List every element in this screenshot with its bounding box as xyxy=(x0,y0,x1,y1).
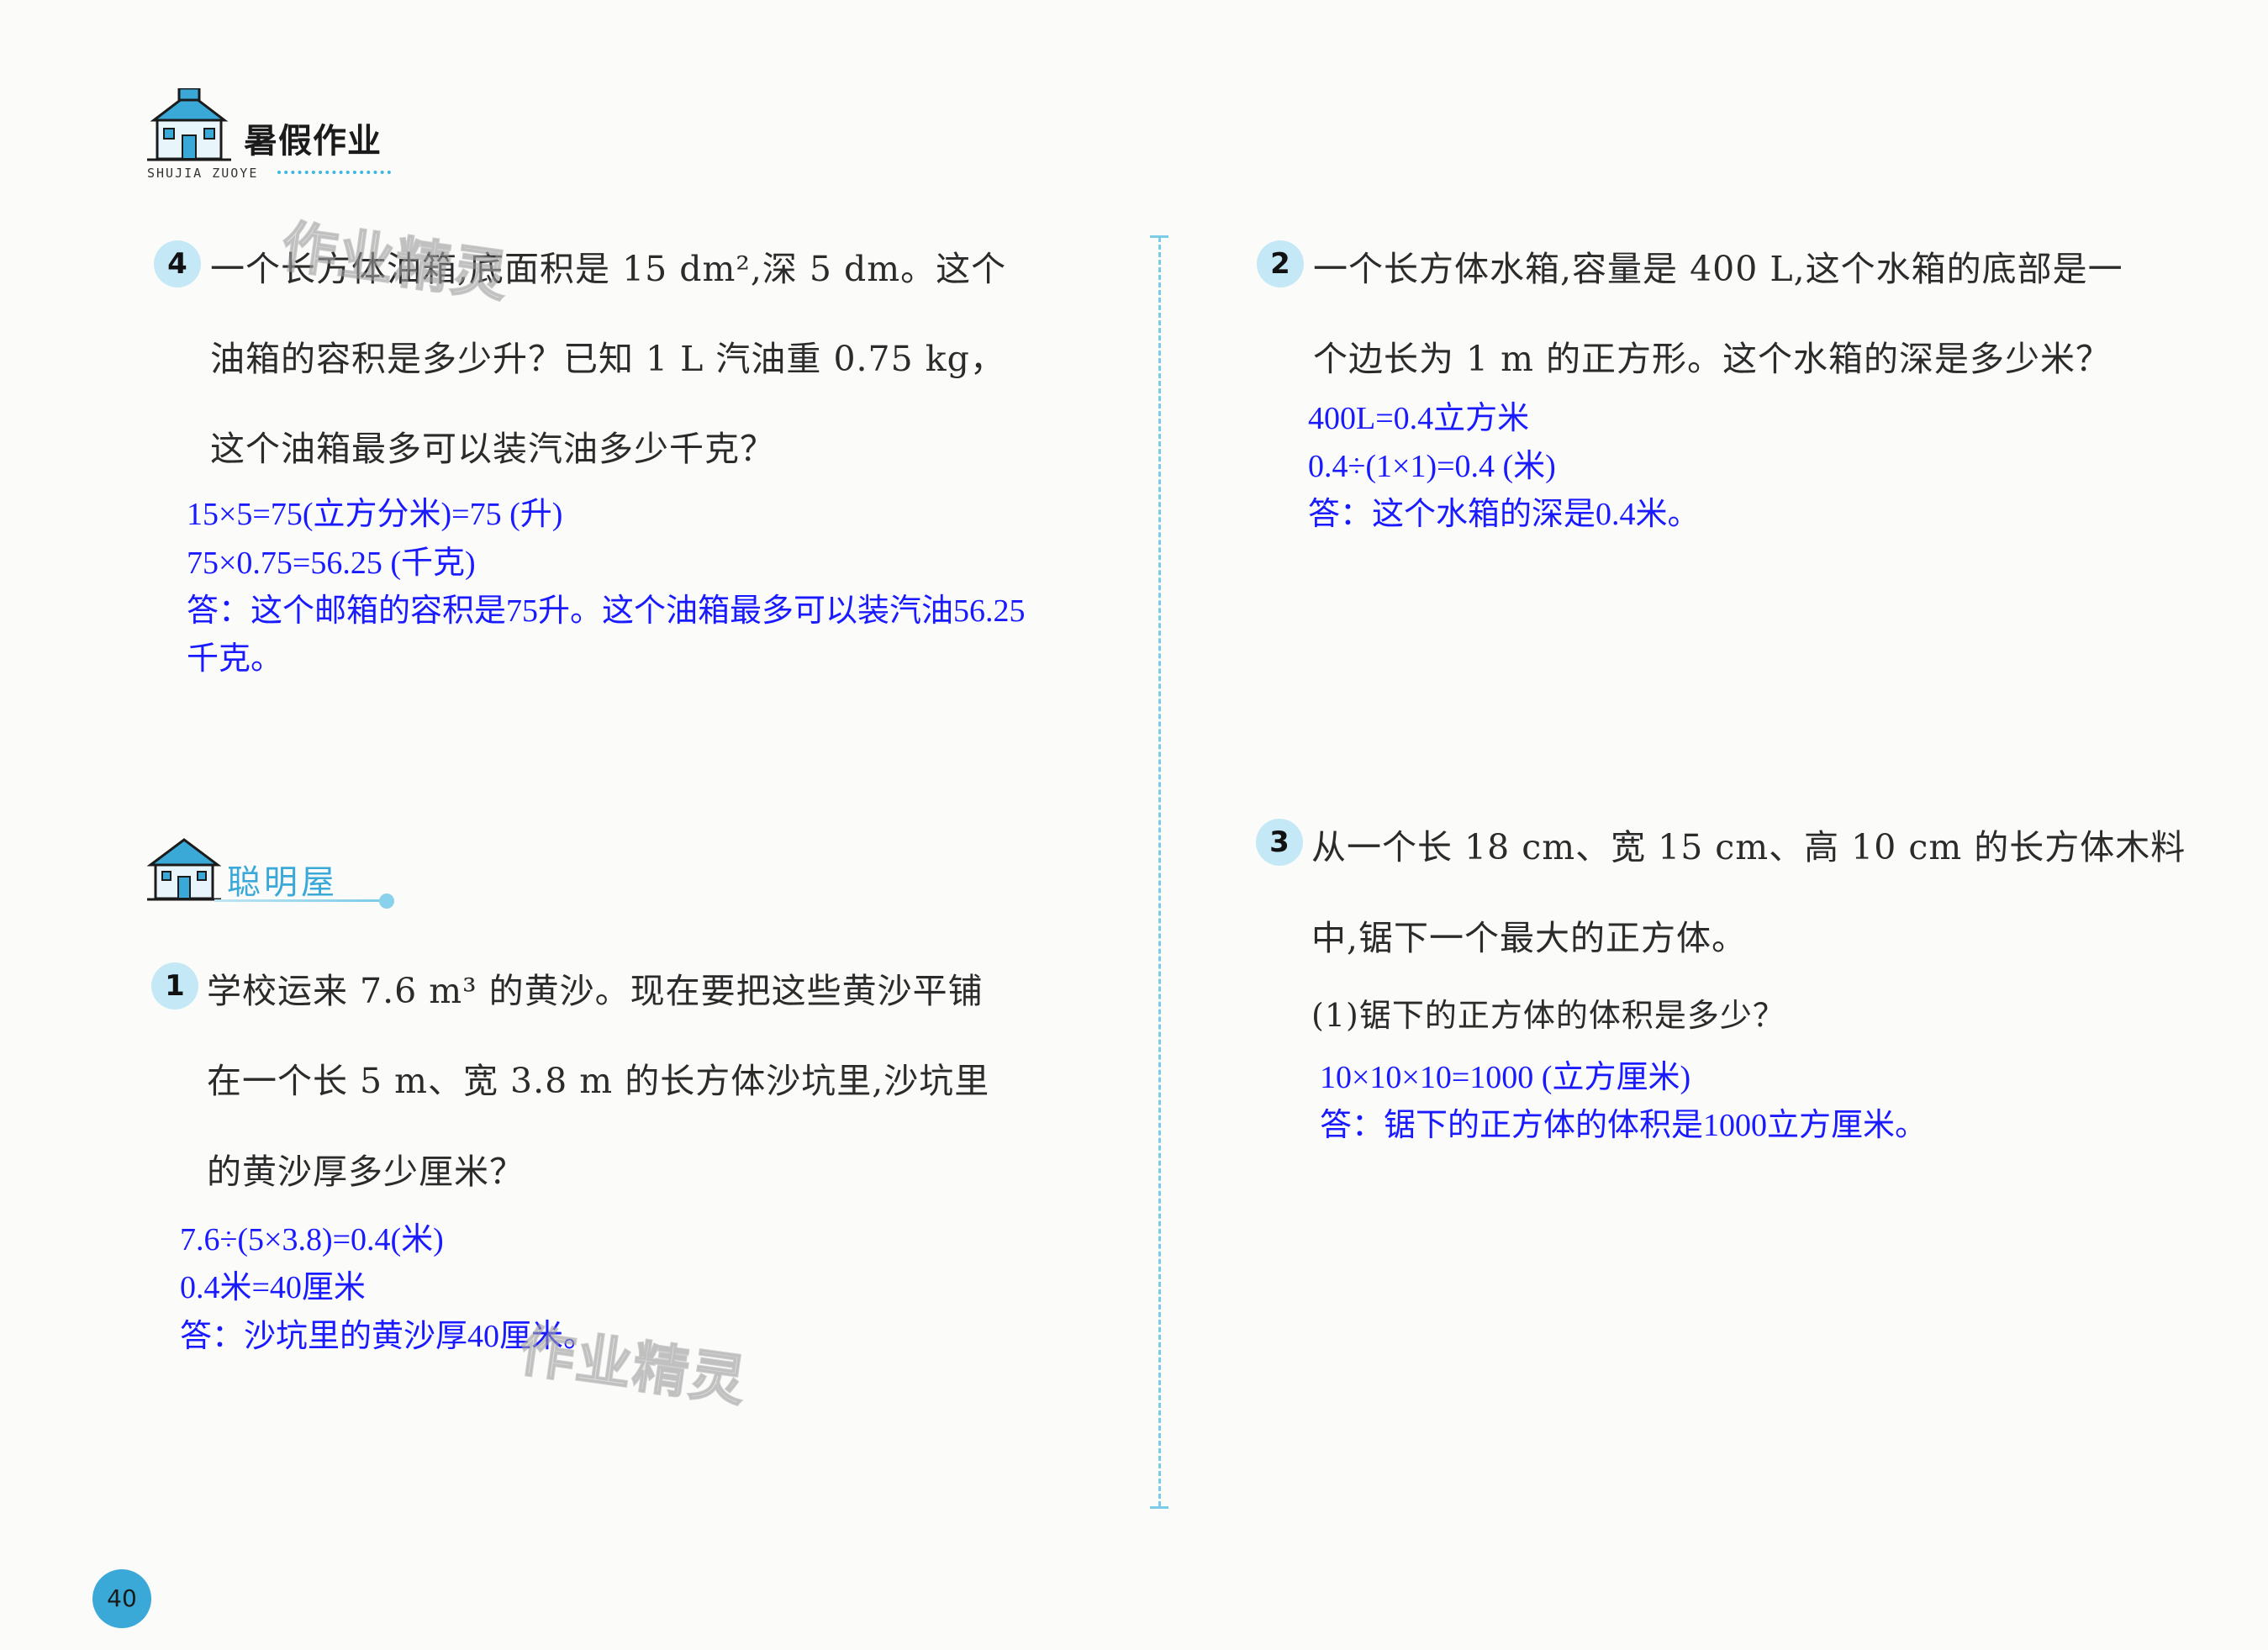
answer-line: 答：这个水箱的深是0.4米。 xyxy=(1308,497,1700,532)
watermark: 作业精灵 xyxy=(514,1317,752,1415)
problem-text-line: 个边长为 1 m 的正方形。这个水箱的深是多少米？ xyxy=(1313,339,2112,379)
problem-number-badge: 4 xyxy=(154,240,201,287)
header: 暑假作业 SHUJIA ZUOYE xyxy=(147,88,399,189)
answer-line: 答：这个邮箱的容积是75升。这个油箱最多可以装汽油56.25 xyxy=(187,593,1026,629)
section-heading: 聪明屋 xyxy=(147,836,394,912)
problem-text-line: 的黄沙厚多少厘米？ xyxy=(207,1152,525,1192)
problem-text-line: 油箱的容积是多少升？已知 1 L 汽油重 0.75 kg， xyxy=(210,339,1005,379)
answer-line: 10×10×10=1000 (立方厘米) xyxy=(1320,1060,1691,1095)
answer-line: 0.4÷(1×1)=0.4 (米) xyxy=(1308,449,1556,484)
problem-text-line: 这个油箱最多可以装汽油多少千克？ xyxy=(210,429,775,469)
workbook-title: 暑假作业 xyxy=(244,122,382,161)
answer-line: 75×0.75=56.25 (千克) xyxy=(187,546,476,581)
header-dotted-rule xyxy=(277,171,391,174)
section-title: 聪明屋 xyxy=(227,863,338,902)
watermark: 作业精灵 xyxy=(277,213,514,310)
problem-text-line: 在一个长 5 m、宽 3.8 m 的长方体沙坑里,沙坑里 xyxy=(207,1061,990,1101)
answer-line: 15×5=75(立方分米)=75 (升) xyxy=(187,497,563,532)
workbook-page: 暑假作业 SHUJIA ZUOYE 4 一个长方体油箱,底面积是 15 dm²,… xyxy=(0,0,2268,1650)
problem-text-line: 学校运来 7.6 m³ 的黄沙。现在要把这些黄沙平铺 xyxy=(207,971,984,1011)
answer-line: 400L=0.4立方米 xyxy=(1308,401,1530,436)
school-house-icon xyxy=(147,88,231,161)
problem-text-line: 中,锯下一个最大的正方体。 xyxy=(1311,918,1748,958)
problem-number-badge: 2 xyxy=(1257,240,1304,287)
section-underline-dot xyxy=(379,894,394,909)
problem-number-badge: 3 xyxy=(1256,819,1303,866)
building-icon xyxy=(147,838,221,901)
column-divider xyxy=(1158,237,1161,1506)
section-underline xyxy=(214,899,382,902)
problem-number-badge: 1 xyxy=(151,962,198,1010)
answer-line: 0.4米=40厘米 xyxy=(180,1270,366,1305)
problem-text-line: 一个长方体水箱,容量是 400 L,这个水箱的底部是一 xyxy=(1313,249,2123,289)
page-number: 40 xyxy=(92,1569,151,1628)
workbook-pinyin: SHUJIA ZUOYE xyxy=(147,166,259,181)
answer-line: 千克。 xyxy=(187,641,283,677)
problem-text-line: 从一个长 18 cm、宽 15 cm、高 10 cm 的长方体木料 xyxy=(1311,827,2186,867)
sub-question: (1)锯下的正方体的体积是多少？ xyxy=(1311,997,1785,1034)
answer-line: 7.6÷(5×3.8)=0.4(米) xyxy=(180,1222,444,1257)
divider-cap-bottom xyxy=(1150,1506,1168,1509)
answer-line: 答：锯下的正方体的体积是1000立方厘米。 xyxy=(1320,1108,1928,1143)
